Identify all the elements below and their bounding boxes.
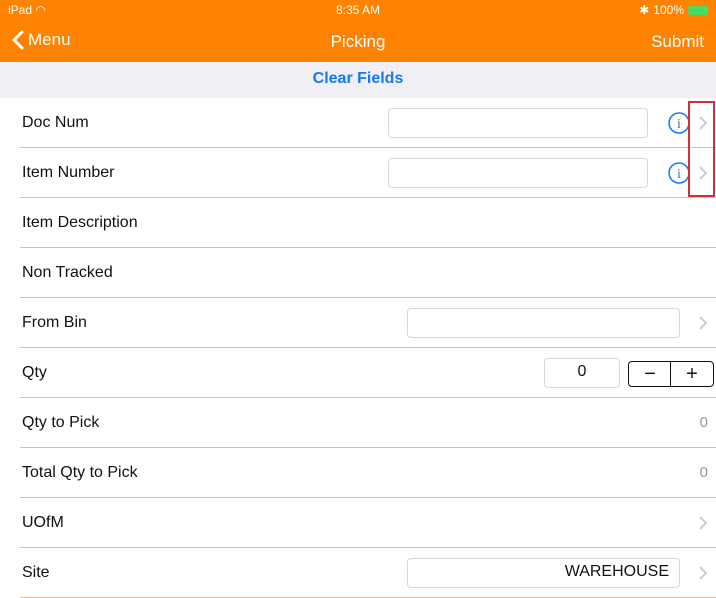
highlight-box bbox=[688, 101, 715, 197]
row-from-bin: From Bin bbox=[0, 298, 716, 348]
qty-stepper[interactable]: − + bbox=[628, 361, 714, 387]
qty-increment-button[interactable]: + bbox=[670, 362, 713, 386]
status-time: 8:35 AM bbox=[335, 3, 381, 17]
uofm-label: UOfM bbox=[22, 514, 64, 531]
row-qty: Qty 0 − + bbox=[0, 348, 716, 398]
qty-input[interactable]: 0 bbox=[544, 358, 620, 388]
site-label: Site bbox=[22, 564, 50, 581]
submit-button[interactable]: Submit bbox=[651, 32, 704, 52]
row-doc-num: Doc Num i bbox=[0, 98, 716, 148]
from-bin-label: From Bin bbox=[22, 314, 87, 331]
chevron-right-icon[interactable] bbox=[698, 314, 708, 332]
row-item-description: Item Description bbox=[0, 198, 716, 248]
chevron-right-icon[interactable] bbox=[698, 514, 708, 532]
row-site: Site WAREHOUSE bbox=[0, 548, 716, 598]
row-non-tracked: Non Tracked bbox=[0, 248, 716, 298]
qty-to-pick-label: Qty to Pick bbox=[22, 414, 100, 431]
total-qty-to-pick-value: 0 bbox=[699, 464, 708, 481]
qty-decrement-button[interactable]: − bbox=[629, 362, 671, 386]
svg-text:i: i bbox=[677, 117, 681, 132]
row-item-number: Item Number i bbox=[0, 148, 716, 198]
item-description-label: Item Description bbox=[22, 214, 138, 231]
from-bin-input[interactable] bbox=[407, 308, 680, 338]
doc-num-label: Doc Num bbox=[22, 114, 89, 131]
status-right: ✱ 100% bbox=[639, 3, 708, 17]
page-title: Picking bbox=[330, 32, 386, 51]
info-icon[interactable]: i bbox=[668, 112, 690, 134]
svg-text:i: i bbox=[677, 167, 681, 182]
status-bar: iPad ◠ 8:35 AM ✱ 100% bbox=[0, 0, 716, 20]
bluetooth-icon: ✱ bbox=[639, 3, 650, 17]
item-number-label: Item Number bbox=[22, 164, 115, 181]
clear-fields-bar: Clear Fields bbox=[0, 62, 716, 98]
battery-icon bbox=[688, 5, 708, 15]
row-qty-to-pick: Qty to Pick 0 bbox=[0, 398, 716, 448]
chevron-right-icon[interactable] bbox=[698, 564, 708, 582]
site-input[interactable]: WAREHOUSE bbox=[407, 558, 680, 588]
info-icon[interactable]: i bbox=[668, 162, 690, 184]
row-total-qty-to-pick: Total Qty to Pick 0 bbox=[0, 448, 716, 498]
qty-label: Qty bbox=[22, 364, 47, 381]
battery-label: 100% bbox=[653, 3, 684, 17]
navigation-bar: Menu Picking Submit bbox=[0, 20, 716, 62]
form-rows: Doc Num i Item Number i Item Description… bbox=[0, 98, 716, 598]
non-tracked-label: Non Tracked bbox=[22, 264, 113, 281]
doc-num-input[interactable] bbox=[388, 108, 648, 138]
total-qty-to-pick-label: Total Qty to Pick bbox=[22, 464, 138, 481]
qty-to-pick-value: 0 bbox=[699, 414, 708, 431]
row-uofm[interactable]: UOfM bbox=[0, 498, 716, 548]
clear-fields-button[interactable]: Clear Fields bbox=[0, 70, 716, 88]
item-number-input[interactable] bbox=[388, 158, 648, 188]
